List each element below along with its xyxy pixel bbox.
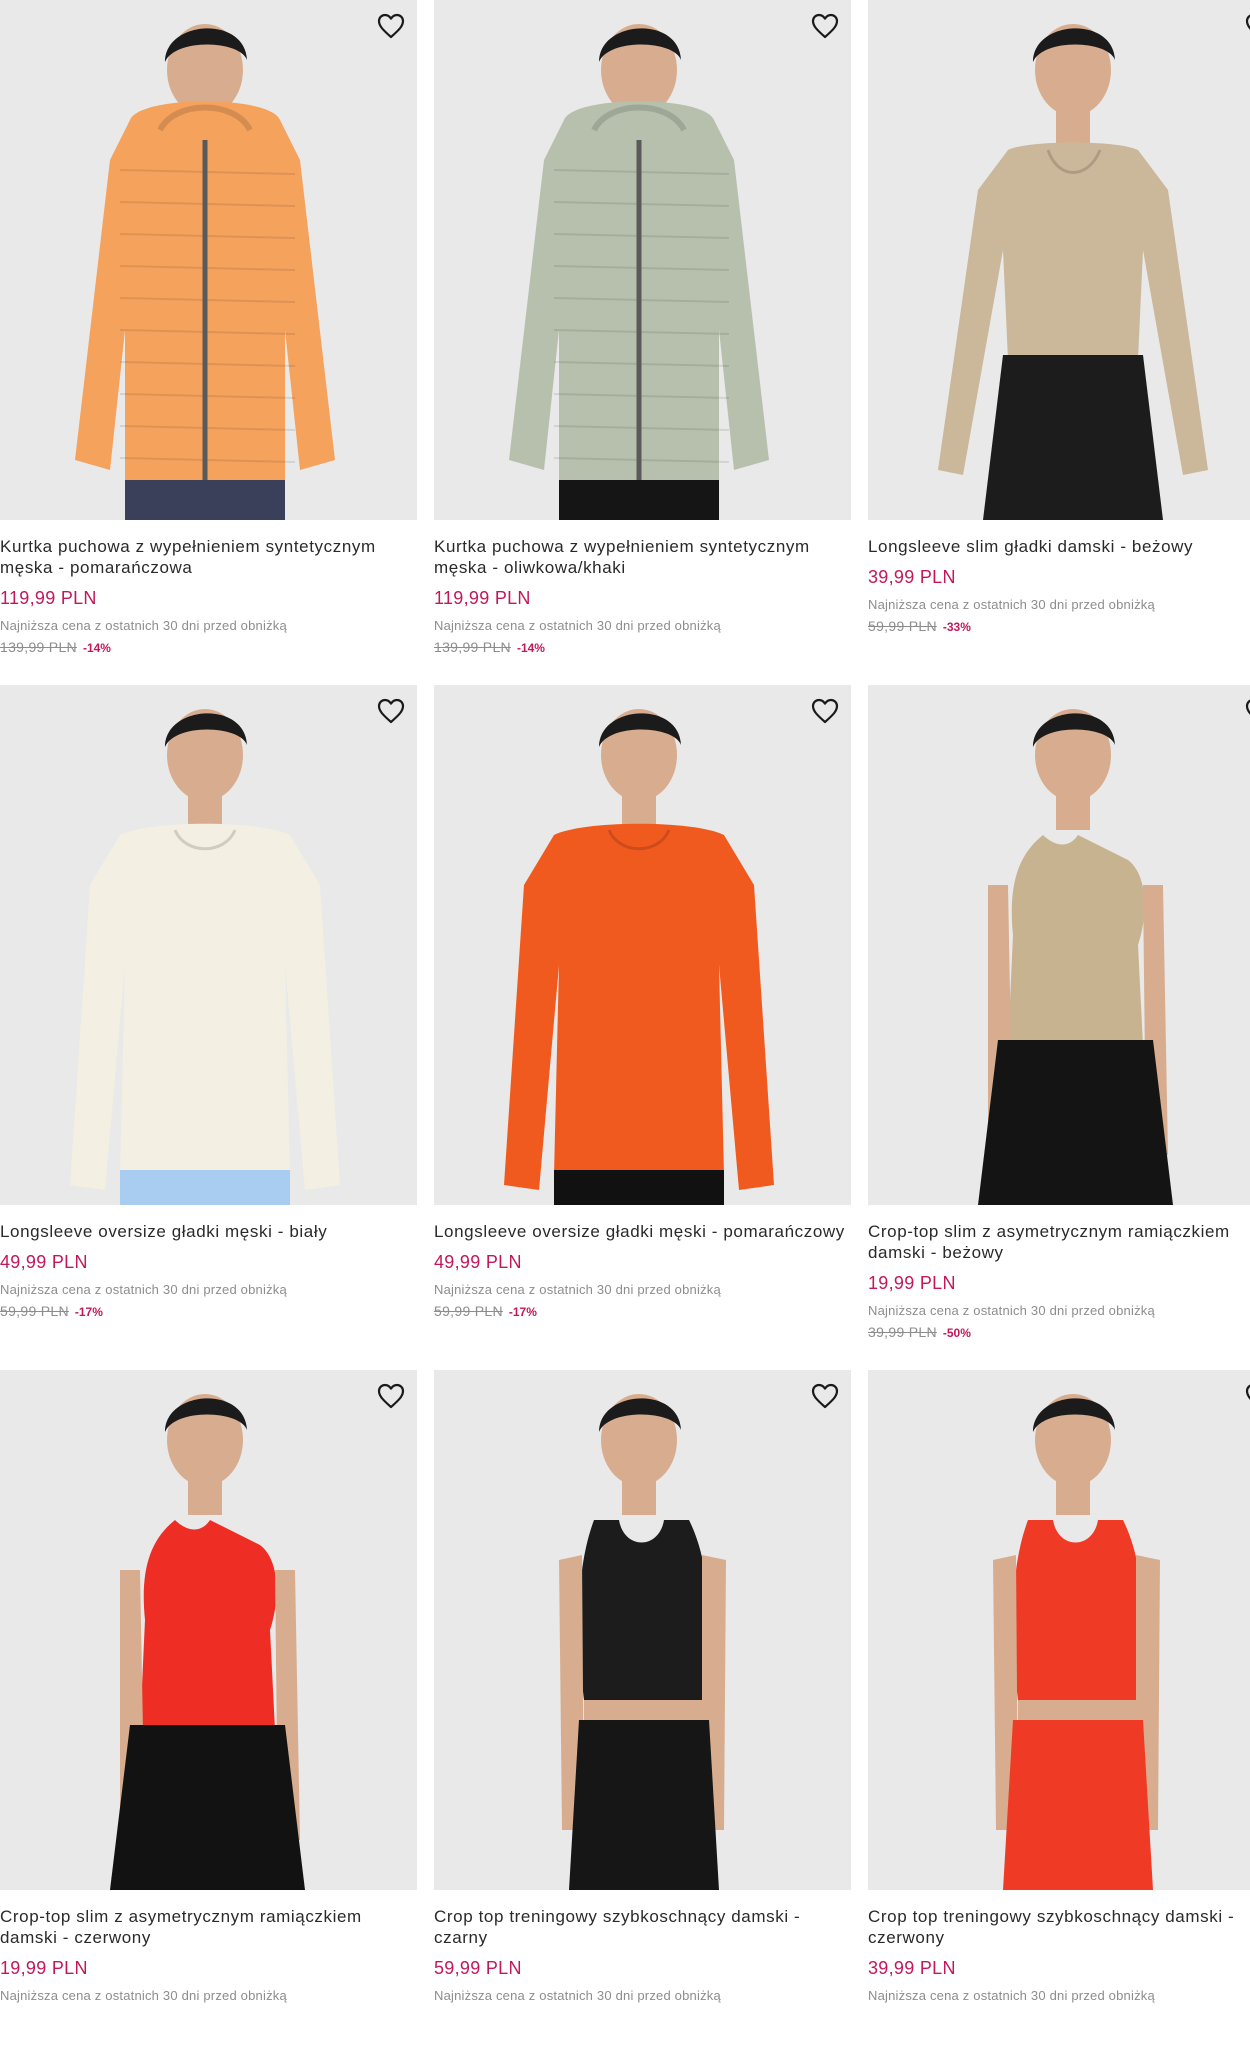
- heart-outline-icon: [377, 13, 405, 39]
- product-photo-figure: [434, 0, 851, 520]
- product-card-5[interactable]: Longsleeve oversize gładki męski - pomar…: [434, 685, 851, 1370]
- old-price: 59,99 PLN: [0, 1303, 69, 1319]
- lowest-price-label: Najniższa cena z ostatnich 30 dni przed …: [868, 1303, 1155, 1318]
- lowest-price-label: Najniższa cena z ostatnich 30 dni przed …: [868, 1988, 1155, 2003]
- heart-outline-icon: [377, 698, 405, 724]
- old-price-row: 59,99 PLN -33%: [868, 618, 1250, 636]
- wishlist-button[interactable]: [807, 1378, 843, 1414]
- product-photo-figure: [434, 685, 851, 1205]
- product-photo-figure: [868, 0, 1250, 520]
- old-price-row: 139,99 PLN -14%: [434, 639, 851, 657]
- product-card-2[interactable]: Kurtka puchowa z wypełnieniem syntetyczn…: [434, 0, 851, 685]
- heart-outline-icon: [1245, 699, 1250, 715]
- discount-badge: -14%: [82, 641, 111, 655]
- old-price: 39,99 PLN: [868, 1324, 937, 1340]
- heart-outline-icon: [1245, 1384, 1250, 1400]
- product-price: 19,99 PLN: [868, 1273, 956, 1293]
- product-name[interactable]: Crop top treningowy szybkoschnący damski…: [434, 1906, 851, 1948]
- product-card-9[interactable]: Crop top treningowy szybkoschnący damski…: [868, 1370, 1250, 2055]
- product-price: 49,99 PLN: [0, 1252, 88, 1272]
- heart-outline-icon: [811, 698, 839, 724]
- product-name[interactable]: Longsleeve oversize gładki męski - biały: [0, 1221, 417, 1242]
- wishlist-button[interactable]: [373, 1378, 409, 1414]
- product-name[interactable]: Kurtka puchowa z wypełnieniem syntetyczn…: [0, 536, 417, 578]
- wishlist-button[interactable]: [1241, 1378, 1250, 1414]
- product-image[interactable]: [434, 1370, 851, 1890]
- lowest-price-label: Najniższa cena z ostatnich 30 dni przed …: [0, 618, 287, 633]
- product-photo-figure: [0, 685, 417, 1205]
- product-card-4[interactable]: Longsleeve oversize gładki męski - biały…: [0, 685, 417, 1370]
- lowest-price-label: Najniższa cena z ostatnich 30 dni przed …: [868, 597, 1155, 612]
- product-price: 119,99 PLN: [434, 588, 531, 608]
- product-card-8[interactable]: Crop top treningowy szybkoschnący damski…: [434, 1370, 851, 2055]
- product-name[interactable]: Kurtka puchowa z wypełnieniem syntetyczn…: [434, 536, 851, 578]
- old-price-row: 139,99 PLN -14%: [0, 639, 417, 657]
- wishlist-button[interactable]: [373, 693, 409, 729]
- heart-outline-icon: [377, 1383, 405, 1409]
- product-image[interactable]: [0, 685, 417, 1205]
- product-image[interactable]: [434, 0, 851, 520]
- product-name[interactable]: Crop-top slim z asymetrycznym ramiączkie…: [868, 1221, 1250, 1263]
- product-image[interactable]: [0, 1370, 417, 1890]
- product-name[interactable]: Crop top treningowy szybkoschnący damski…: [868, 1906, 1250, 1948]
- product-price: 39,99 PLN: [868, 1958, 956, 1978]
- product-price: 49,99 PLN: [434, 1252, 522, 1272]
- product-photo-figure: [0, 1370, 417, 1890]
- heart-outline-icon: [811, 1383, 839, 1409]
- product-price: 119,99 PLN: [0, 588, 97, 608]
- lowest-price-label: Najniższa cena z ostatnich 30 dni przed …: [434, 1988, 721, 2003]
- lowest-price-label: Najniższa cena z ostatnich 30 dni przed …: [0, 1282, 287, 1297]
- old-price: 139,99 PLN: [0, 639, 77, 655]
- discount-badge: -33%: [942, 620, 971, 634]
- discount-badge: -17%: [74, 1305, 103, 1319]
- heart-outline-icon: [1245, 14, 1250, 30]
- old-price-row: 59,99 PLN -17%: [434, 1303, 851, 1321]
- discount-badge: -14%: [516, 641, 545, 655]
- product-photo-figure: [868, 1370, 1250, 1890]
- product-card-7[interactable]: Crop-top slim z asymetrycznym ramiączkie…: [0, 1370, 417, 2055]
- wishlist-button[interactable]: [1241, 693, 1250, 729]
- wishlist-button[interactable]: [373, 8, 409, 44]
- product-price: 59,99 PLN: [434, 1958, 522, 1978]
- product-image[interactable]: [434, 685, 851, 1205]
- lowest-price-label: Najniższa cena z ostatnich 30 dni przed …: [434, 1282, 721, 1297]
- product-image[interactable]: [868, 685, 1250, 1205]
- product-name[interactable]: Crop-top slim z asymetrycznym ramiączkie…: [0, 1906, 417, 1948]
- product-name[interactable]: Longsleeve oversize gładki męski - pomar…: [434, 1221, 851, 1242]
- wishlist-button[interactable]: [807, 8, 843, 44]
- heart-outline-icon: [811, 13, 839, 39]
- product-image[interactable]: [868, 1370, 1250, 1890]
- old-price: 59,99 PLN: [434, 1303, 503, 1319]
- product-price: 19,99 PLN: [0, 1958, 88, 1978]
- product-name[interactable]: Longsleeve slim gładki damski - beżowy: [868, 536, 1250, 557]
- product-image[interactable]: [0, 0, 417, 520]
- old-price-row: 39,99 PLN -50%: [868, 1324, 1250, 1342]
- product-photo-figure: [0, 0, 417, 520]
- product-photo-figure: [868, 685, 1250, 1205]
- product-card-3[interactable]: Longsleeve slim gładki damski - beżowy 3…: [868, 0, 1250, 685]
- old-price: 59,99 PLN: [868, 618, 937, 634]
- product-image[interactable]: [868, 0, 1250, 520]
- product-card-6[interactable]: Crop-top slim z asymetrycznym ramiączkie…: [868, 685, 1250, 1370]
- old-price-row: 59,99 PLN -17%: [0, 1303, 417, 1321]
- product-photo-figure: [434, 1370, 851, 1890]
- product-card-1[interactable]: Kurtka puchowa z wypełnieniem syntetyczn…: [0, 0, 417, 685]
- lowest-price-label: Najniższa cena z ostatnich 30 dni przed …: [434, 618, 721, 633]
- wishlist-button[interactable]: [1241, 8, 1250, 44]
- product-price: 39,99 PLN: [868, 567, 956, 587]
- discount-badge: -17%: [508, 1305, 537, 1319]
- wishlist-button[interactable]: [807, 693, 843, 729]
- discount-badge: -50%: [942, 1326, 971, 1340]
- old-price: 139,99 PLN: [434, 639, 511, 655]
- product-grid: Kurtka puchowa z wypełnieniem syntetyczn…: [0, 0, 1250, 2014]
- lowest-price-label: Najniższa cena z ostatnich 30 dni przed …: [0, 1988, 287, 2003]
